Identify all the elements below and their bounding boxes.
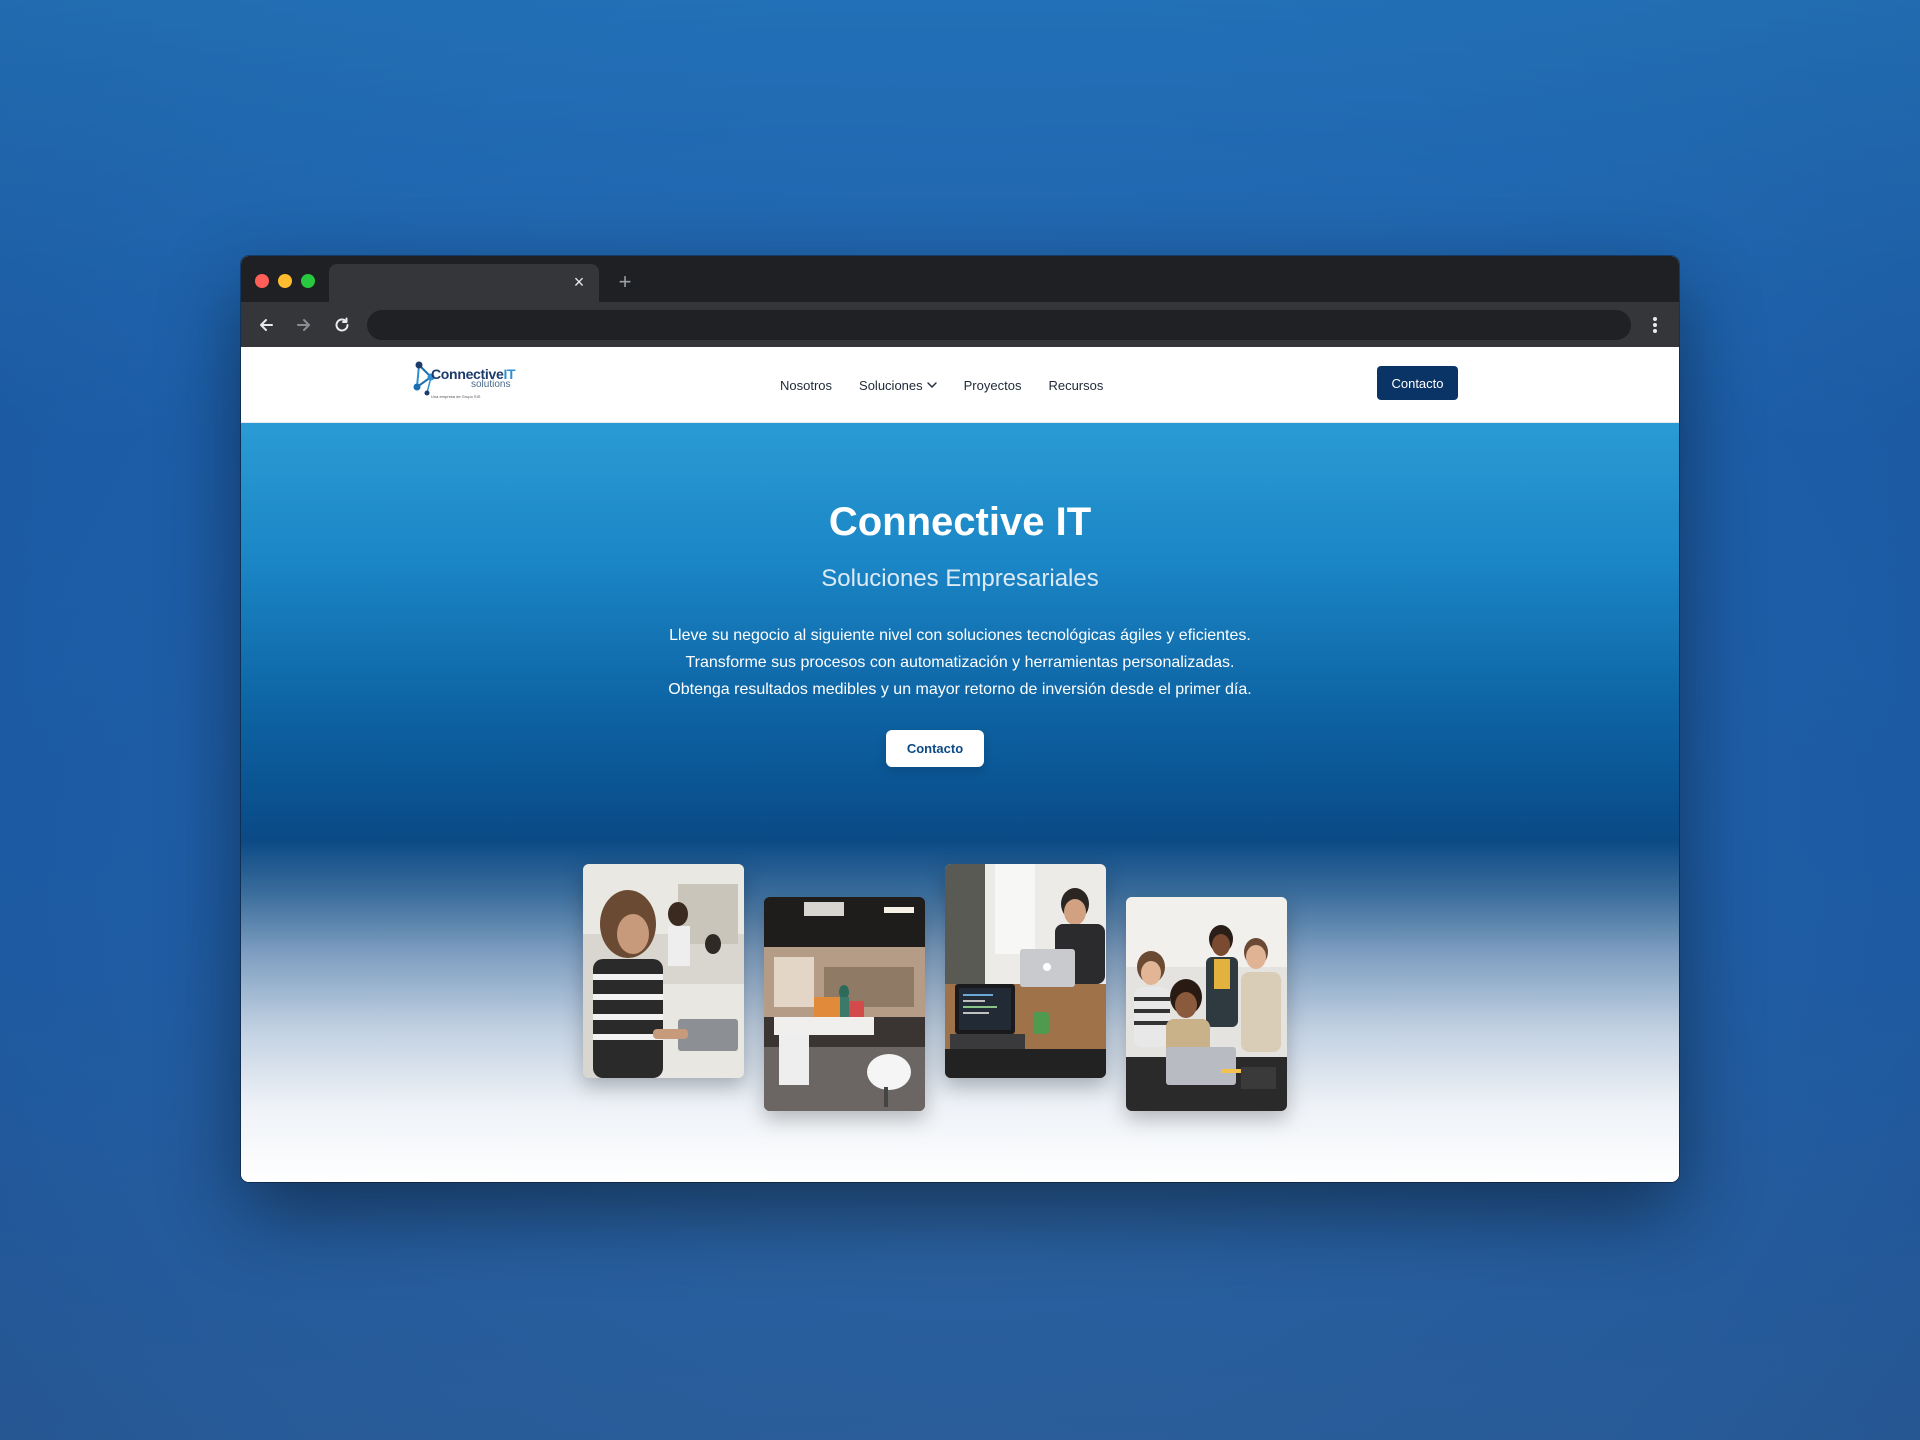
main-menu: Nosotros Soluciones Proyectos Recursos bbox=[780, 375, 1103, 395]
nav-item-soluciones[interactable]: Soluciones bbox=[859, 378, 937, 393]
nav-item-soluciones-label: Soluciones bbox=[859, 377, 923, 393]
hero-line: Lleve su negocio al siguiente nivel con … bbox=[669, 627, 1251, 644]
nav-item-nosotros[interactable]: Nosotros bbox=[780, 378, 832, 393]
browser-toolbar bbox=[241, 302, 1679, 347]
hero-line: Obtenga resultados medibles y un mayor r… bbox=[668, 681, 1252, 698]
minimize-window-button[interactable] bbox=[278, 274, 292, 288]
photo-office-interior bbox=[764, 897, 925, 1111]
web-page: ConnectiveIT solutions Una empresa de Gr… bbox=[241, 347, 1679, 1182]
hero-section: Connective IT Soluciones Empresariales L… bbox=[241, 423, 1679, 1182]
site-navbar: ConnectiveIT solutions Una empresa de Gr… bbox=[241, 347, 1679, 423]
company-logo[interactable]: ConnectiveIT solutions Una empresa de Gr… bbox=[411, 357, 521, 407]
more-menu-icon[interactable] bbox=[1645, 312, 1665, 338]
close-window-button[interactable] bbox=[255, 274, 269, 288]
browser-window: × + ConnectiveIT solutions Una empresa d… bbox=[241, 256, 1679, 1182]
forward-icon[interactable] bbox=[291, 312, 317, 338]
chevron-down-icon bbox=[926, 382, 937, 388]
photo-woman-laptop bbox=[583, 864, 744, 1078]
nav-item-proyectos[interactable]: Proyectos bbox=[964, 378, 1022, 393]
hero-line: Transforme sus procesos con automatizaci… bbox=[685, 654, 1235, 671]
photo-team-collaboration bbox=[1126, 897, 1287, 1111]
maximize-window-button[interactable] bbox=[301, 274, 315, 288]
hero-description: Lleve su negocio al siguiente nivel con … bbox=[241, 622, 1679, 703]
back-icon[interactable] bbox=[253, 312, 279, 338]
hero-contact-button[interactable]: Contacto bbox=[886, 730, 984, 767]
nav-item-recursos[interactable]: Recursos bbox=[1048, 378, 1103, 393]
hero-title: Connective IT bbox=[828, 500, 1092, 544]
nav-contact-button[interactable]: Contacto bbox=[1377, 366, 1458, 400]
browser-titlebar: × + bbox=[241, 256, 1679, 302]
hero-subtitle: Soluciones Empresariales bbox=[821, 565, 1099, 592]
reload-icon[interactable] bbox=[329, 312, 355, 338]
photo-man-coding bbox=[945, 864, 1106, 1078]
browser-tab[interactable]: × bbox=[329, 264, 599, 302]
new-tab-icon[interactable]: + bbox=[613, 270, 637, 294]
address-bar[interactable] bbox=[367, 310, 1631, 340]
logo-tagline: solutions bbox=[471, 379, 511, 390]
logo-small-print: Una empresa de Grupo SIS bbox=[431, 394, 481, 399]
close-tab-icon[interactable]: × bbox=[569, 272, 589, 292]
